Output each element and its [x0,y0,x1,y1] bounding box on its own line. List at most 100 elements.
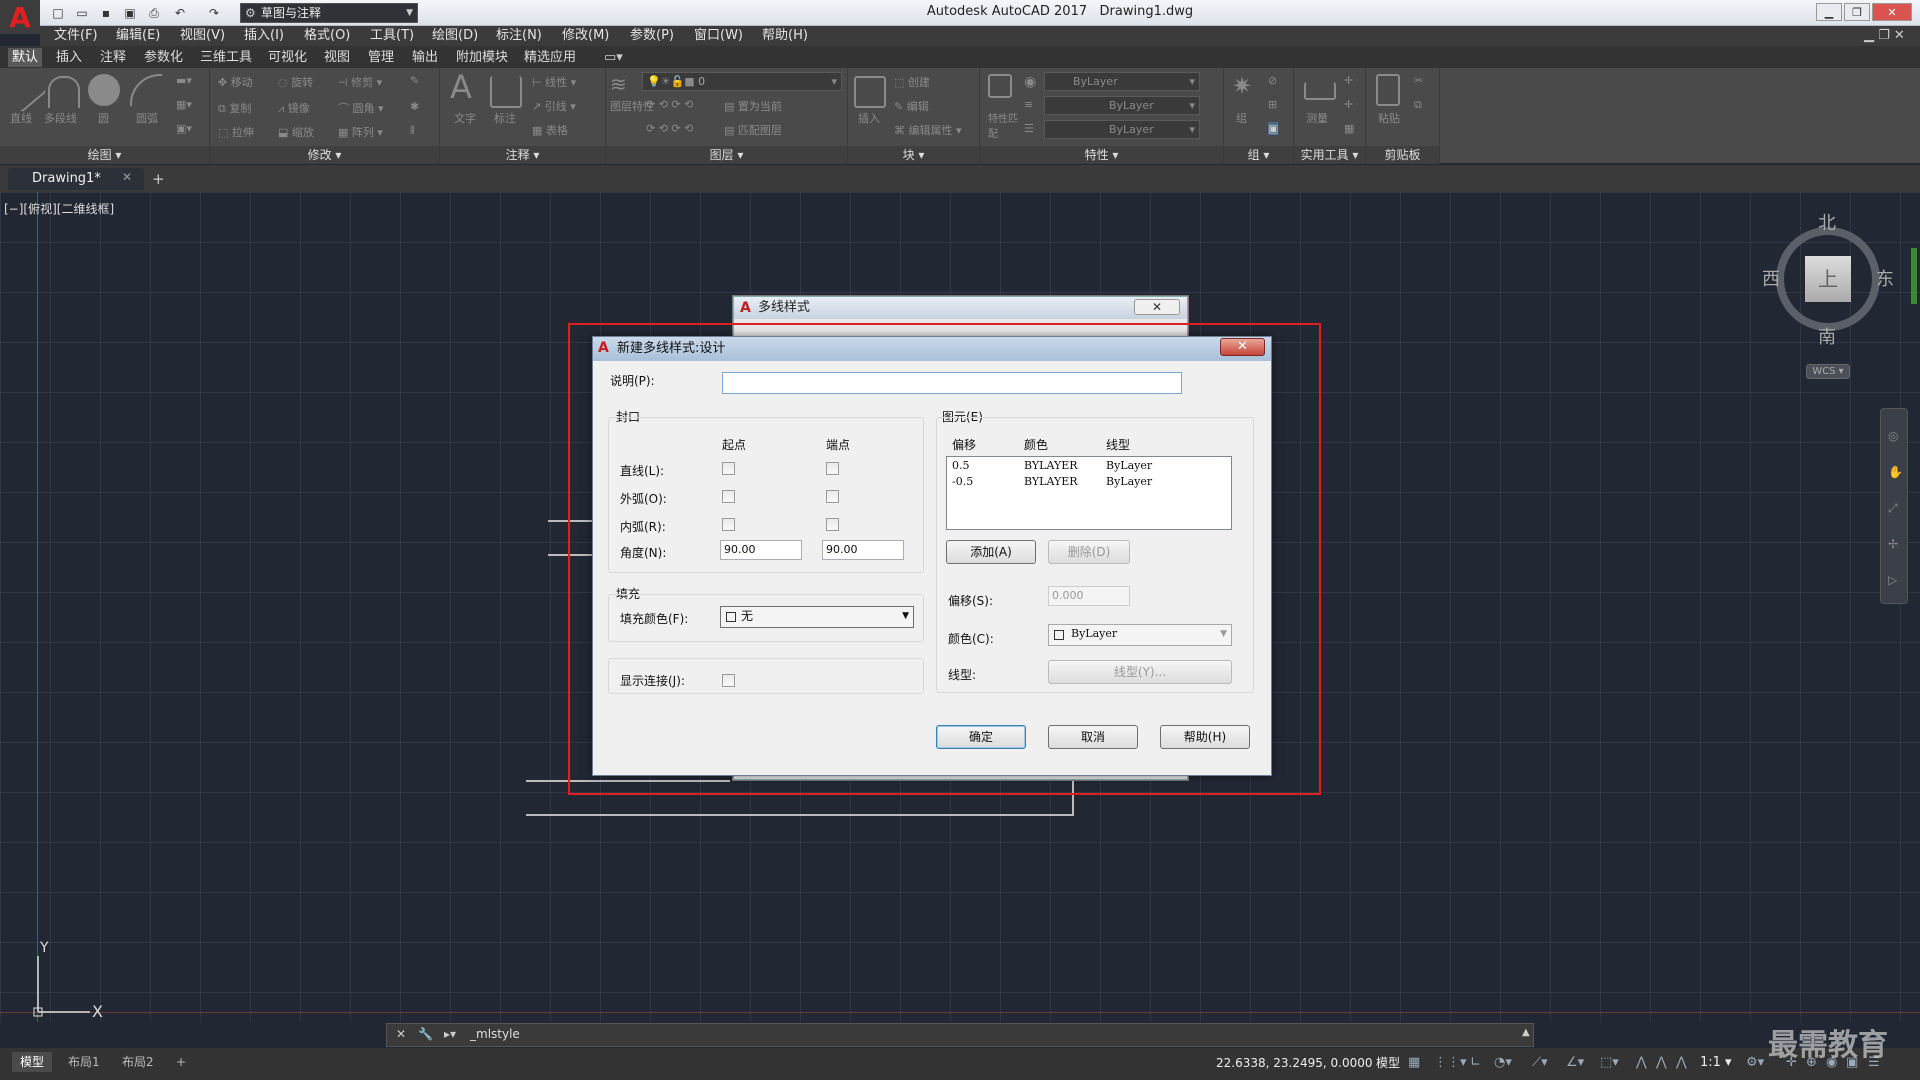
showmotion-icon[interactable]: ▷ [1888,573,1897,587]
group-edit-icon[interactable]: ⊞ [1268,98,1277,111]
cut-icon[interactable]: ✂ [1414,74,1423,87]
erase-icon[interactable]: ✎ [410,74,419,87]
model-space-button[interactable]: 模型 [1376,1052,1400,1074]
save-icon[interactable]: ▪ [96,3,116,23]
viewcube[interactable]: 上 北 南 东 西 [1762,213,1894,348]
line-start-checkbox[interactable] [722,462,735,475]
array-tool[interactable]: ▦ 阵列 ▾ [338,124,383,140]
circle-icon[interactable] [88,74,120,106]
angle-end-input[interactable]: 90.00 [822,540,904,560]
text-icon[interactable]: A [450,68,472,106]
edit-block-tool[interactable]: ✎ 编辑 [894,98,929,114]
workspace-icon[interactable]: ⬚▾ [1600,1055,1619,1070]
menu-file[interactable]: 文件(F) [54,26,98,46]
mirror-tool[interactable]: ⩘ 镜像 [278,100,310,116]
close-button[interactable]: ✕ [1872,3,1912,21]
compass-east[interactable]: 东 [1876,265,1894,291]
grid-icon[interactable]: ▦ [1408,1055,1420,1070]
menu-parametric[interactable]: 参数(P) [630,26,674,46]
wcs-menu[interactable]: WCS ▾ [1806,364,1850,379]
menu-dimension[interactable]: 标注(N) [496,26,542,46]
inner-arc-end-checkbox[interactable] [826,518,839,531]
group-select-icon[interactable]: ▣ [1268,122,1279,135]
offset-icon[interactable]: ⫴ [410,124,415,138]
menu-insert[interactable]: 插入(I) [244,26,284,46]
panel-layers-title[interactable]: 图层 ▾ [606,146,847,164]
orbit-icon[interactable]: ✢ [1888,537,1898,551]
line-icon[interactable] [1,67,47,113]
region-icon[interactable]: ▣▾ [176,122,192,135]
tab-manage[interactable]: 管理 [364,48,398,67]
settings-icon[interactable]: ⚙▾ [1746,1055,1764,1070]
restore-button[interactable]: ❐ [1844,3,1870,21]
tab-featured-apps[interactable]: 精选应用 [520,48,580,67]
leader-tool[interactable]: ↗ 引线 ▾ [532,98,576,114]
tab-visualize[interactable]: 可视化 [264,48,311,67]
tab-insert[interactable]: 插入 [52,48,86,67]
angle-start-input[interactable]: 90.00 [720,540,802,560]
match-properties-icon[interactable] [988,74,1012,98]
match-layer-tool[interactable]: ▤ 匹配图层 [724,122,782,138]
paste-icon[interactable] [1376,74,1400,106]
panel-properties-title[interactable]: 特性 ▾ [980,146,1223,164]
command-history-icon[interactable]: ▲ [1522,1027,1530,1038]
menu-tools[interactable]: 工具(T) [370,26,414,46]
fill-color-dropdown[interactable]: 无 ▼ [720,606,914,628]
tab-view[interactable]: 视图 [320,48,354,67]
edit-attributes-tool[interactable]: ⌘ 编辑属性 ▾ [894,122,962,138]
tab-addins[interactable]: 附加模块 [452,48,512,67]
arc-icon[interactable] [130,74,162,106]
scroll-indicator[interactable] [1911,248,1917,304]
osnap-icon[interactable]: ⟋▾ [1532,1055,1548,1070]
redo-icon[interactable]: ↷ [204,3,224,23]
create-block-tool[interactable]: ⬚ 创建 [894,74,930,90]
annotation-scale[interactable]: 1:1 ▾ [1700,1055,1732,1070]
calculator-icon[interactable]: ▦ [1344,122,1354,135]
layer-tools-row1[interactable]: ⟳ ⟲ ⟳ ⟲ [646,98,693,111]
stretch-tool[interactable]: ⬚ 拉伸 [218,124,254,140]
help-button[interactable]: 帮助(H) [1160,725,1250,749]
snap-icon[interactable]: ⋮⋮▾ [1434,1055,1467,1070]
insert-block-icon[interactable] [854,76,886,108]
trim-tool[interactable]: ⊣ 修剪 ▾ [338,74,382,90]
panel-annotation-title[interactable]: 注释 ▾ [440,146,605,164]
linear-tool[interactable]: ⊢ 线性 ▾ [532,74,576,90]
lineweight-dropdown[interactable]: ByLayer ▾ [1044,120,1200,139]
panel-draw-title[interactable]: 绘图 ▾ [0,146,209,164]
close-icon[interactable]: ✕ [396,1027,406,1041]
explode-icon[interactable]: ✱ [410,100,419,113]
tab-model[interactable]: 模型 [12,1052,53,1072]
menu-format[interactable]: 格式(O) [304,26,350,46]
cancel-button[interactable]: 取消 [1048,725,1138,749]
measure-icon[interactable] [1304,82,1336,100]
copy-clip-icon[interactable]: ⧉ [1414,98,1422,112]
pan-icon[interactable]: ✋ [1888,465,1903,479]
element-offset-input[interactable]: 0.000 [1048,586,1130,606]
polyline-icon[interactable] [48,76,80,108]
group-icon[interactable]: ✷ [1232,72,1252,100]
annotation-autoscale-icon[interactable]: ⋀ [1656,1055,1667,1070]
close-tab-icon[interactable]: ✕ [122,170,132,184]
panel-groups-title[interactable]: 组 ▾ [1224,146,1293,164]
description-input[interactable] [722,372,1182,394]
menu-view[interactable]: 视图(V) [180,26,225,46]
tab-home[interactable]: 默认 [8,48,43,67]
show-joints-checkbox[interactable] [722,674,735,687]
ribbon-toggle-icon[interactable]: ▭▾ [600,48,627,67]
inner-arc-start-checkbox[interactable] [722,518,735,531]
panel-block-title[interactable]: 块 ▾ [848,146,979,164]
color-wheel-icon[interactable]: ◉ [1024,74,1036,90]
layer-dropdown[interactable]: 💡☀🔓■ 0 ▾ [642,72,842,91]
tab-annotate[interactable]: 注释 [96,48,130,67]
hatch-icon[interactable]: ▦▾ [176,98,192,111]
dialog-close-button[interactable]: ✕ [1220,338,1265,356]
polar-icon[interactable]: ◔▾ [1494,1055,1512,1070]
scale-tool[interactable]: ⬓ 缩放 [278,124,314,140]
add-layout-button[interactable]: + [168,1052,194,1072]
annotation-scale-icon[interactable]: ⋀ [1676,1055,1687,1070]
line-end-checkbox[interactable] [826,462,839,475]
ortho-icon[interactable]: ∟ [1470,1055,1481,1070]
tab-parametric[interactable]: 参数化 [140,48,187,67]
add-element-button[interactable]: 添加(A) [946,540,1036,564]
viewport-controls-label[interactable]: [−][俯视][二维线框] [4,200,114,217]
